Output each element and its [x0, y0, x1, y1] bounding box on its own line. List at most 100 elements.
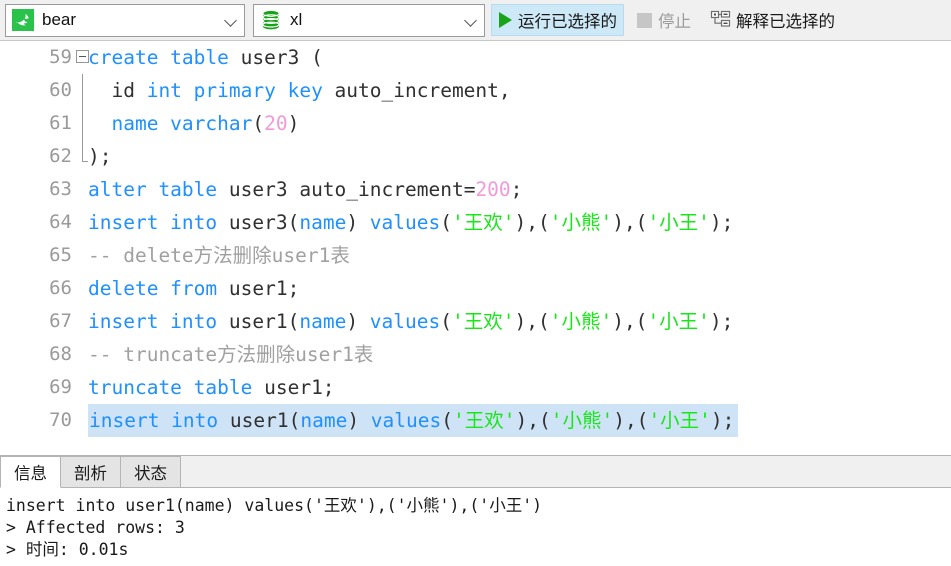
database-name: xl	[290, 10, 303, 29]
code-area[interactable]: 59 create table user3 ( 60 id int primary …	[0, 41, 951, 437]
code-line[interactable]: 65 -- delete方法删除user1表	[0, 239, 951, 272]
code-text: insert into user1(name) values('王欢'),('小…	[88, 305, 737, 338]
line-number: 70	[49, 409, 72, 431]
token-kw: insert into	[88, 310, 229, 333]
token-kw: insert into	[88, 211, 229, 234]
token-pl: )	[347, 409, 371, 432]
token-pl: )	[346, 310, 370, 333]
results-tab[interactable]: 信息	[0, 456, 61, 488]
code-text: -- truncate方法删除user1表	[88, 338, 377, 371]
code-text: name varchar(20)	[88, 107, 303, 140]
code-text: insert into user1(name) values('王欢'),('小…	[88, 404, 739, 437]
token-pl: user1(	[228, 310, 300, 333]
code-line[interactable]: 67 insert into user1(name) values('王欢'),(…	[0, 305, 951, 338]
console-line: > Affected rows: 3	[6, 518, 185, 537]
token-kw: name	[299, 211, 347, 234]
token-str: '王欢'	[452, 310, 515, 333]
token-pl: ;	[510, 178, 523, 201]
results-panel: 信息 剖析 状态 insert into user1(name) values('王…	[0, 455, 951, 566]
code-line[interactable]: 63 alter table user3 auto_increment=200;	[0, 173, 951, 206]
token-str: '王欢'	[452, 211, 515, 234]
chevron-down-icon[interactable]	[224, 12, 240, 28]
code-line[interactable]: 69 truncate table user1;	[0, 371, 951, 404]
token-kw: alter table	[88, 178, 229, 201]
code-text: truncate table user1;	[88, 371, 339, 404]
console-line: > 时间: 0.01s	[6, 540, 129, 559]
token-pl: );	[709, 310, 734, 333]
token-kw: values	[369, 310, 441, 333]
code-line[interactable]: 68 -- truncate方法删除user1表	[0, 338, 951, 371]
mysql-dolphin-icon	[12, 9, 34, 31]
token-pl: ),(	[613, 409, 649, 432]
token-pl: user1;	[228, 277, 300, 300]
results-tabstrip[interactable]: 信息 剖析 状态	[0, 456, 951, 488]
code-text: delete from user1;	[88, 272, 303, 305]
database-icon	[260, 9, 282, 31]
explain-selected-label: 解释已选择的	[736, 13, 835, 31]
token-kw: name	[300, 409, 348, 432]
stop-button[interactable]: 停止	[630, 4, 698, 36]
token-pl: (	[252, 112, 265, 135]
results-tab[interactable]: 状态	[120, 456, 181, 487]
toolbar: bear xl 运行已选择的 停止 解释已选择的	[0, 0, 951, 41]
token-kw: values	[370, 409, 442, 432]
line-number: 61	[49, 112, 72, 134]
token-pl: user1(	[229, 409, 301, 432]
token-pl: )	[287, 112, 300, 135]
token-str: '小熊'	[550, 409, 614, 432]
token-kw: delete from	[88, 277, 229, 300]
token-kw: name varchar	[111, 112, 253, 135]
token-pl: (	[440, 310, 452, 333]
message-console[interactable]: insert into user1(name) values('王欢'),('小…	[0, 488, 951, 566]
token-pl: ),(	[515, 409, 551, 432]
code-line[interactable]: 59 create table user3 (	[0, 41, 951, 74]
code-text: alter table user3 auto_increment=200;	[88, 173, 526, 206]
code-text: insert into user3(name) values('王欢'),('小…	[88, 206, 737, 239]
token-kw: name	[299, 310, 347, 333]
code-text: id int primary key auto_increment,	[88, 74, 515, 107]
token-cmt: -- truncate方法删除user1表	[88, 343, 374, 366]
fold-guide-line	[82, 74, 83, 107]
code-line[interactable]: 61 name varchar(20)	[0, 107, 951, 140]
token-cmt: -- delete方法删除user1表	[88, 244, 350, 267]
token-kw: insert into	[89, 409, 230, 432]
token-pl: ),(	[514, 211, 550, 234]
line-number: 65	[49, 244, 72, 266]
token-kw: create table	[88, 46, 241, 69]
results-tab[interactable]: 剖析	[60, 456, 121, 487]
sql-editor[interactable]: 59 create table user3 ( 60 id int primary …	[0, 41, 951, 455]
code-line[interactable]: 62);	[0, 140, 951, 173]
line-number: 60	[49, 79, 72, 101]
line-number: 62	[49, 145, 72, 167]
stop-icon	[637, 12, 652, 28]
token-pl: ),(	[612, 310, 648, 333]
explain-selected-button[interactable]: 解释已选择的	[704, 4, 842, 36]
line-number: 64	[49, 211, 72, 233]
token-pl: )	[346, 211, 370, 234]
token-pl: (	[440, 211, 452, 234]
token-pl: ),(	[612, 211, 648, 234]
run-selected-button[interactable]: 运行已选择的	[491, 4, 624, 36]
token-str: '小熊'	[549, 211, 613, 234]
token-pl: user3(	[228, 211, 300, 234]
database-selector[interactable]: xl	[253, 3, 485, 37]
token-str: '小王'	[647, 211, 710, 234]
token-pl: user3 auto_increment=	[228, 178, 476, 201]
code-line[interactable]: 66 delete from user1;	[0, 272, 951, 305]
token-pl: user1;	[264, 376, 335, 399]
token-pl: user3 (	[240, 46, 323, 69]
token-kw: values	[369, 211, 441, 234]
token-pl: auto_increment,	[334, 79, 511, 102]
connection-selector[interactable]: bear	[5, 3, 245, 37]
token-pl: (	[441, 409, 453, 432]
stop-label: 停止	[658, 13, 691, 31]
explain-plan-icon	[709, 10, 731, 30]
chevron-down-icon-db[interactable]	[464, 12, 480, 28]
connection-name: bear	[42, 10, 77, 29]
line-number: 59	[49, 46, 72, 68]
code-line[interactable]: 60 id int primary key auto_increment,	[0, 74, 951, 107]
console-left-edge	[0, 488, 3, 566]
code-line[interactable]: 70 insert into user1(name) values('王欢'),(…	[0, 404, 951, 437]
code-line[interactable]: 64 insert into user3(name) values('王欢'),(…	[0, 206, 951, 239]
